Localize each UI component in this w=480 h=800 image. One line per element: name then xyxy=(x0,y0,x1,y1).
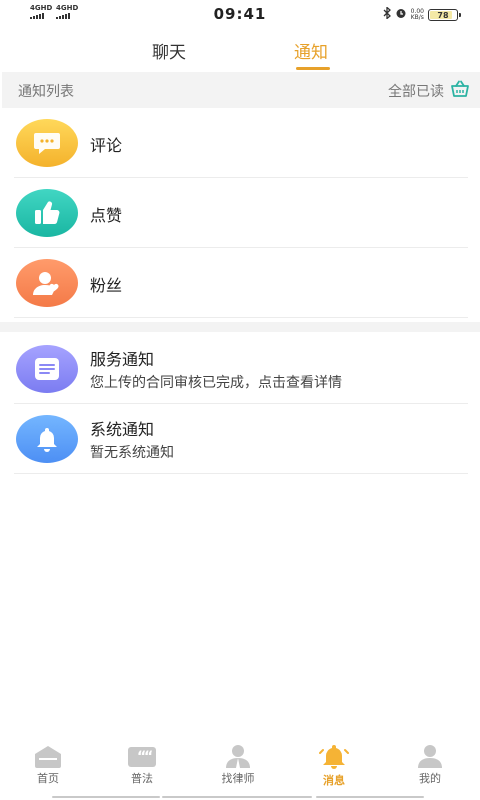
mark-all-read-label: 全部已读 xyxy=(388,84,444,100)
list-item-fans[interactable]: 粉丝 xyxy=(14,248,468,318)
top-tabs: 聊天 通知 xyxy=(0,34,480,72)
nav-law[interactable]: ““ 普法 xyxy=(94,742,190,800)
item-subtitle: 您上传的合同审核已完成，点击查看详情 xyxy=(90,375,342,391)
item-title: 点赞 xyxy=(90,206,123,225)
nav-scroll-track xyxy=(316,796,424,798)
item-subtitle: 暂无系统通知 xyxy=(90,445,174,461)
comment-bubble-icon xyxy=(16,119,78,167)
bottom-nav: 首页 ““ 普法 找律师 消息 我的 xyxy=(0,742,480,800)
list-title: 通知列表 xyxy=(18,84,74,100)
nav-scroll-track xyxy=(162,796,312,798)
nav-profile-label: 我的 xyxy=(419,772,441,785)
status-right: 0.00 KB/s 78 xyxy=(383,6,461,23)
lawyer-icon xyxy=(226,745,250,768)
item-title: 服务通知 xyxy=(90,350,155,369)
bell-icon xyxy=(16,415,78,463)
nav-find-lawyer-label: 找律师 xyxy=(221,772,255,785)
list-item-comment[interactable]: 评论 xyxy=(14,108,468,178)
follower-icon xyxy=(16,259,78,307)
tab-chat[interactable]: 聊天 xyxy=(152,38,186,63)
net-speed-unit: KB/s xyxy=(410,14,424,21)
profile-icon xyxy=(418,745,442,768)
network-speed: 0.00 KB/s xyxy=(411,9,424,21)
mark-all-read-button[interactable]: 全部已读 xyxy=(388,80,470,102)
svg-text:“: “ xyxy=(144,749,153,765)
battery-icon: 78 xyxy=(428,9,461,21)
item-title: 系统通知 xyxy=(90,420,155,439)
quote-icon: ““ xyxy=(128,747,156,767)
bell-icon xyxy=(319,745,349,769)
nav-messages-label: 消息 xyxy=(323,774,345,787)
nav-profile[interactable]: 我的 xyxy=(382,742,478,800)
list-item-service-notification[interactable]: 服务通知 您上传的合同审核已完成，点击查看详情 xyxy=(14,334,468,404)
item-title: 粉丝 xyxy=(90,276,123,295)
home-icon xyxy=(35,746,61,768)
tab-notifications[interactable]: 通知 xyxy=(294,38,328,63)
section-divider xyxy=(0,322,480,332)
notification-list-header: 通知列表 全部已读 xyxy=(2,72,480,108)
nav-scroll-track xyxy=(52,796,160,798)
battery-level: 78 xyxy=(437,10,449,20)
alarm-icon xyxy=(395,7,407,23)
basket-icon xyxy=(450,80,470,102)
nav-home[interactable]: 首页 xyxy=(0,742,96,800)
bluetooth-icon xyxy=(383,6,391,23)
document-icon xyxy=(16,345,78,393)
active-tab-indicator xyxy=(296,67,330,70)
nav-law-label: 普法 xyxy=(131,772,153,785)
nav-home-label: 首页 xyxy=(37,772,59,785)
nav-find-lawyer[interactable]: 找律师 xyxy=(190,742,286,800)
thumbs-up-icon xyxy=(16,189,78,237)
list-item-like[interactable]: 点赞 xyxy=(14,178,468,248)
item-title: 评论 xyxy=(90,136,123,155)
list-item-system-notification[interactable]: 系统通知 暂无系统通知 xyxy=(14,404,468,474)
nav-messages[interactable]: 消息 xyxy=(286,742,382,800)
status-bar: 4GHD 4GHD 09:41 0.00 KB/s 78 xyxy=(0,0,480,30)
